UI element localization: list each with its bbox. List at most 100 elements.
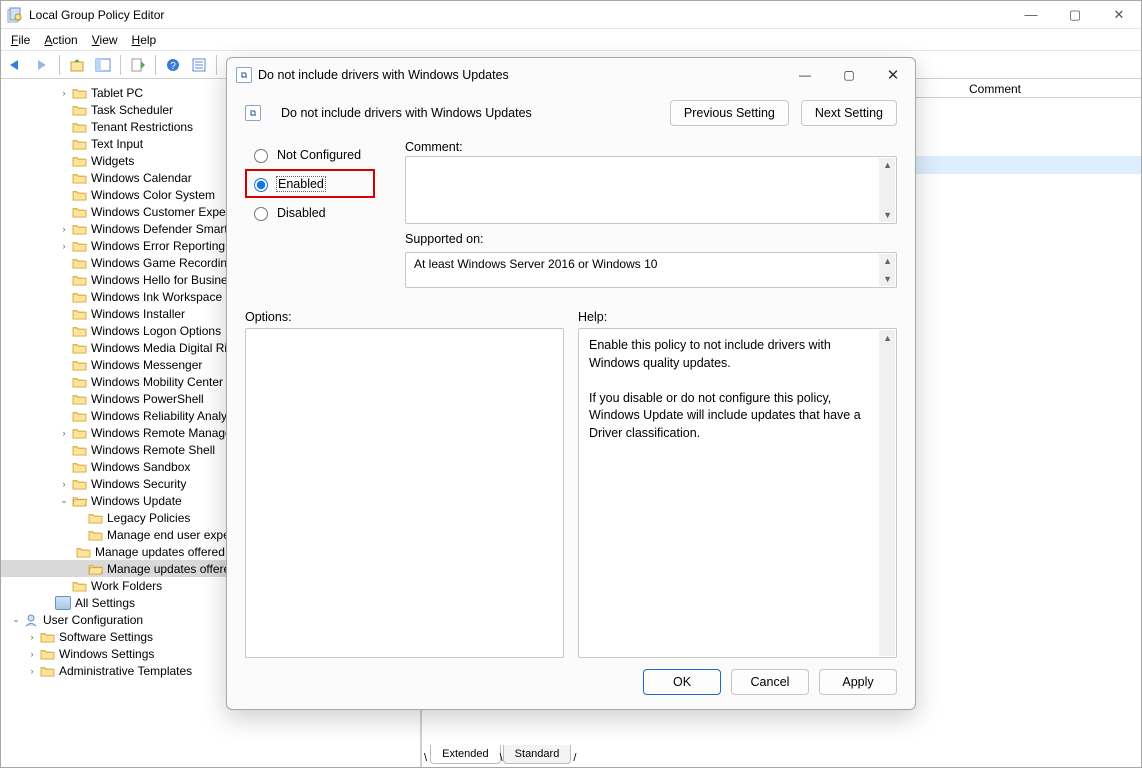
help-text-1: Enable this policy to not include driver… [589,337,876,372]
comment-textbox[interactable]: ▲ ▼ [405,156,897,224]
dialog-maximize-button[interactable]: ▢ [827,58,871,92]
next-setting-button[interactable]: Next Setting [801,100,897,126]
folder-icon [71,256,87,270]
folder-icon [71,460,87,474]
scroll-up-icon[interactable]: ▲ [883,160,892,170]
supported-label: Supported on: [405,232,897,246]
folder-icon [71,443,87,457]
folder-icon [87,511,103,525]
folder-icon [71,154,87,168]
properties-button[interactable] [188,54,210,76]
tree-item-label: Windows PowerShell [91,392,204,406]
policy-dialog: ⧉ Do not include drivers with Windows Up… [226,57,916,710]
forward-button[interactable] [31,54,53,76]
folder-icon [71,324,87,338]
dialog-subtitle: Do not include drivers with Windows Upda… [281,106,532,120]
folder-icon [71,579,87,593]
folder-icon [71,392,87,406]
folder-icon [39,664,55,678]
tree-item-label: Task Scheduler [91,103,173,117]
folder-icon [71,103,87,117]
chevron-down-icon[interactable]: ⌄ [57,495,71,506]
dialog-close-button[interactable]: ✕ [871,58,915,92]
options-label: Options: [245,310,564,324]
tree-item-label: Tenant Restrictions [91,120,193,134]
folder-icon [71,188,87,202]
help-button[interactable]: ? [162,54,184,76]
chevron-right-icon[interactable]: › [57,224,71,234]
export-button[interactable] [127,54,149,76]
state-radios: Not Configured Enabled Disabled [245,140,395,227]
radio-disabled[interactable]: Disabled [245,198,395,227]
supported-text: At least Windows Server 2016 or Windows … [414,257,657,271]
menu-view[interactable]: View [86,31,124,49]
chevron-right-icon[interactable]: › [57,88,71,98]
tab-standard[interactable]: Standard [503,745,572,764]
radio-enabled[interactable]: Enabled [245,169,375,198]
folder-icon [71,341,87,355]
folder-icon [71,409,87,423]
maximize-button[interactable]: ▢ [1053,1,1097,28]
up-button[interactable] [66,54,88,76]
app-icon [7,7,23,23]
back-button[interactable] [5,54,27,76]
policy-icon-large: ⧉ [245,105,261,121]
scroll-down-icon[interactable]: ▼ [883,274,892,284]
apply-button[interactable]: Apply [819,669,897,695]
tree-item-label: Software Settings [59,630,153,644]
svg-text:?: ? [170,61,176,72]
tree-item-label: User Configuration [43,613,143,627]
dialog-minimize-button[interactable]: — [783,58,827,92]
menu-help[interactable]: Help [126,31,163,49]
scroll-up-icon[interactable]: ▲ [883,332,892,345]
dialog-title: Do not include drivers with Windows Upda… [258,68,783,82]
dialog-titlebar[interactable]: ⧉ Do not include drivers with Windows Up… [227,58,915,92]
folder-icon [71,273,87,287]
scroll-down-icon[interactable]: ▼ [883,210,892,220]
tree-item-label: Windows Ink Workspace [91,290,222,304]
cancel-button[interactable]: Cancel [731,669,809,695]
folder-icon [71,86,87,100]
menu-action[interactable]: Action [38,31,83,49]
folder-icon [87,562,103,576]
ok-button[interactable]: OK [643,669,721,695]
tree-item-label: Windows Messenger [91,358,202,372]
folder-icon [71,222,87,236]
tree-item-label: Text Input [91,137,143,151]
close-button[interactable]: ✕ [1097,1,1141,28]
folder-icon [71,375,87,389]
folder-icon [71,494,87,508]
show-hide-tree-button[interactable] [92,54,114,76]
tree-item-label: Windows Update [91,494,182,508]
chevron-right-icon[interactable]: › [25,649,39,659]
folder-icon [71,358,87,372]
tree-item-label: Windows Remote Shell [91,443,215,457]
options-box [245,328,564,658]
chevron-right-icon[interactable]: › [25,632,39,642]
help-label: Help: [578,310,897,324]
col-comment[interactable]: Comment [961,80,1141,97]
comment-label: Comment: [405,140,897,154]
tree-item-label: Widgets [91,154,134,168]
tree-item-label: Windows Color System [91,188,215,202]
help-box: ▲ Enable this policy to not include driv… [578,328,897,658]
chevron-right-icon[interactable]: › [25,666,39,676]
menu-file[interactable]: File [5,31,36,49]
chevron-right-icon[interactable]: › [57,428,71,438]
previous-setting-button[interactable]: Previous Setting [670,100,789,126]
tab-extended[interactable]: Extended [430,745,500,764]
chevron-right-icon[interactable]: › [57,241,71,251]
folder-icon [71,137,87,151]
tree-item-label: Windows Installer [91,307,185,321]
scroll-up-icon[interactable]: ▲ [883,256,892,266]
tree-item-label: Windows Calendar [91,171,192,185]
folder-icon [71,239,87,253]
radio-not-configured[interactable]: Not Configured [245,140,395,169]
tree-item-label: Work Folders [91,579,162,593]
minimize-button[interactable]: — [1009,1,1053,28]
folder-icon [71,477,87,491]
menubar: File Action View Help [1,29,1141,51]
chevron-right-icon[interactable]: › [57,479,71,489]
chevron-down-icon[interactable]: ⌄ [9,614,23,625]
all-settings-icon [55,596,71,610]
